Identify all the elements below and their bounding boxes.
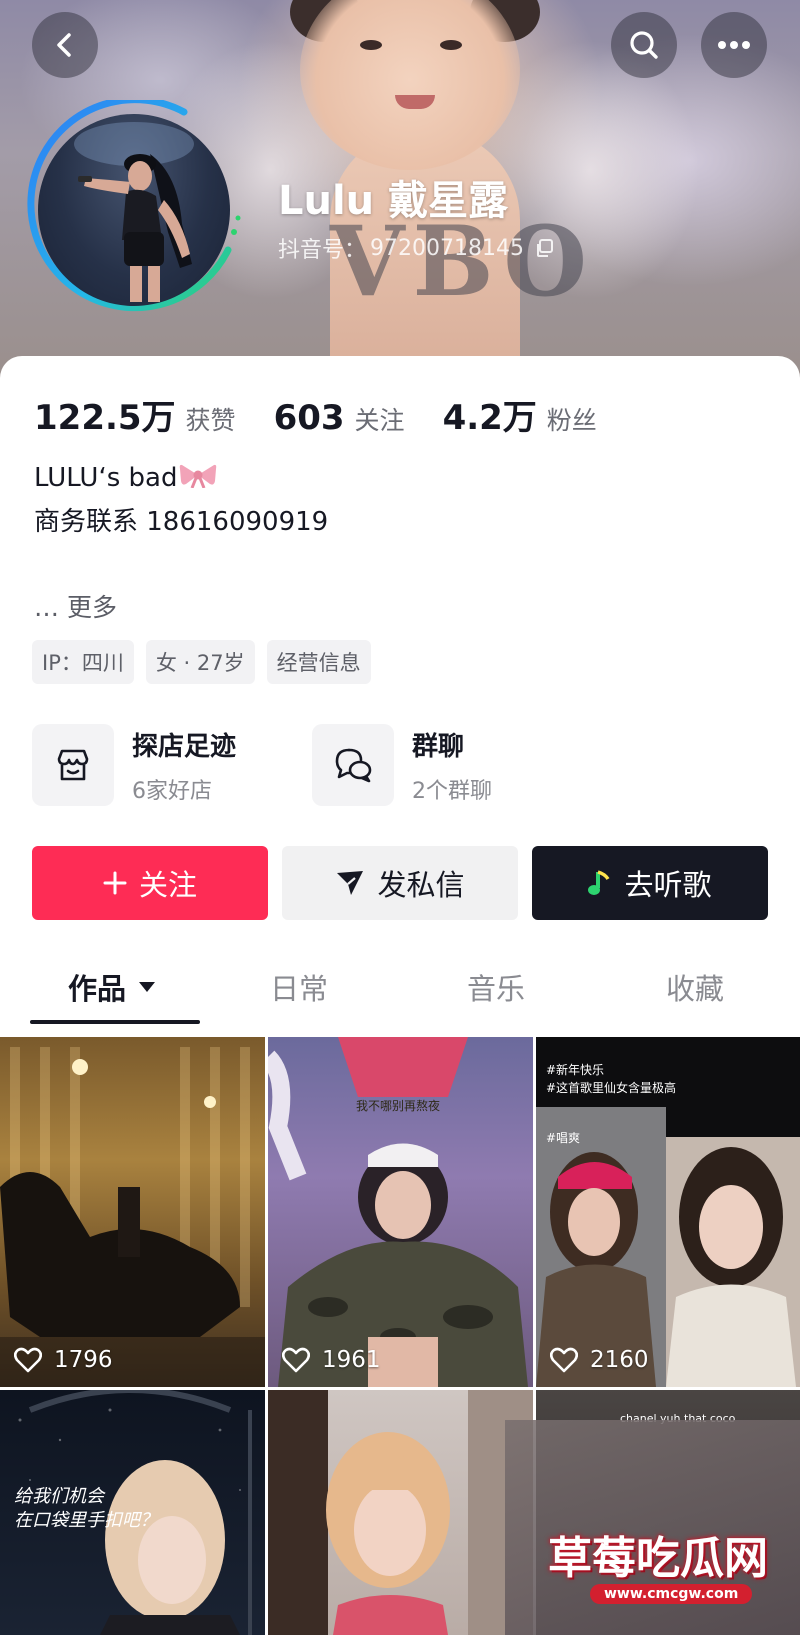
listen-music-button[interactable]: 去听歌 [532, 846, 768, 920]
video-caption: 我不哪别再熬夜 [356, 1099, 441, 1113]
watermark-title: 草莓吃瓜网 [548, 1533, 768, 1584]
heart-outline-icon [14, 1347, 42, 1373]
feature-title: 群聊 [412, 731, 465, 762]
chat-bubbles-icon [335, 748, 372, 783]
stat-label: 获赞 [185, 406, 236, 435]
follow-button-label: 关注 [138, 868, 197, 902]
tab-works[interactable]: 作品 [68, 966, 156, 1008]
ribbon-bow-icon [179, 458, 217, 489]
feature-store-visits[interactable]: 探店足迹 6家好店 [32, 724, 236, 806]
likes-count: 2160 [590, 1347, 649, 1373]
stat-value: 122.5万 [34, 398, 176, 438]
stat-value: 603 [273, 398, 345, 438]
tab-music[interactable]: 音乐 [467, 966, 525, 1008]
music-note-icon [588, 869, 612, 897]
tag-business-info[interactable]: 经营信息 [266, 640, 371, 684]
feature-subtitle: 6家好店 [132, 778, 212, 804]
stat-likes[interactable]: 122.5万 获赞 [34, 390, 236, 439]
stat-value: 4.2万 [442, 398, 537, 438]
search-icon [630, 31, 658, 59]
douyin-id-label: 抖音号： [278, 238, 367, 263]
video-thumbnail[interactable]: 1796 [0, 1037, 265, 1387]
stat-followers[interactable]: 4.2万 粉丝 [443, 390, 597, 439]
listen-music-label: 去听歌 [624, 868, 712, 902]
video-thumbnail-art [268, 1037, 528, 1387]
profile-tags: IP：四川 女 · 27岁 经营信息 [32, 640, 371, 684]
video-thumbnail[interactable] [268, 1390, 533, 1635]
tab-daily[interactable]: 日常 [270, 966, 328, 1008]
feature-title: 探店足迹 [132, 731, 237, 762]
message-button-label: 发私信 [377, 868, 465, 902]
store-icon [57, 749, 89, 781]
likes-count: 1796 [54, 1347, 113, 1373]
profile-name: Lulu 戴星露 [278, 178, 509, 224]
video-thumbnail[interactable]: #新年快乐 #这首歌里仙女含量极高 #唱爽 2160 [536, 1037, 800, 1387]
tag-ip-location: IP：四川 [32, 640, 134, 684]
video-caption: #新年快乐 #这首歌里仙女含量极高 [546, 1063, 677, 1095]
follow-button[interactable]: 关注 [32, 846, 268, 920]
video-thumbnail[interactable]: 给我们机会 在口袋里手扣吧？ [0, 1390, 265, 1635]
banner-decor [360, 40, 382, 50]
avatar[interactable] [24, 100, 244, 320]
stat-following[interactable]: 603 关注 [274, 398, 405, 438]
video-likes: 2160 [550, 1347, 649, 1373]
avatar-image [38, 114, 230, 306]
feature-icon-box [32, 724, 114, 806]
watermark-url: www.cmcgw.com [590, 1584, 753, 1604]
profile-stats: 122.5万 获赞 603 关注 4.2万 粉丝 [34, 390, 635, 439]
caret-down-icon [139, 982, 156, 992]
heart-outline-icon [282, 1347, 310, 1373]
douyin-id[interactable]: 抖音号： 97200718145 [278, 232, 554, 264]
search-button[interactable] [611, 12, 677, 78]
tab-active-indicator [30, 1020, 200, 1024]
bio-more-link[interactable]: … 更多 [34, 588, 117, 624]
message-button[interactable]: 发私信 [282, 846, 518, 920]
feature-icon-box [312, 724, 394, 806]
stat-label: 粉丝 [546, 406, 597, 435]
video-thumbnail[interactable]: 我不哪别再熬夜 1961 [268, 1037, 533, 1387]
video-likes: 1796 [14, 1347, 113, 1373]
more-options-button[interactable] [701, 12, 767, 78]
chevron-left-icon [57, 33, 71, 57]
douyin-id-value: 97200718145 [370, 235, 524, 261]
video-caption: 给我们机会 在口袋里手扣吧？ [14, 1486, 158, 1531]
copy-icon[interactable] [534, 238, 554, 258]
stat-label: 关注 [354, 406, 405, 435]
bio-line: 商务联系 18616090919 [34, 507, 329, 537]
video-thumbnail-art [0, 1047, 265, 1387]
tab-favorites[interactable]: 收藏 [666, 966, 724, 1008]
heart-outline-icon [550, 1347, 578, 1373]
back-button[interactable] [32, 12, 98, 78]
more-dots-icon [718, 41, 750, 49]
banner-decor [440, 40, 462, 50]
send-icon [335, 869, 365, 897]
likes-count: 1961 [322, 1347, 381, 1373]
video-likes: 1961 [282, 1347, 381, 1373]
bio-line: LULU‘s bad [34, 463, 178, 493]
tag-gender-age: 女 · 27岁 [145, 640, 255, 684]
video-caption: #唱爽 [546, 1131, 581, 1145]
profile-bio: LULU‘s bad 商务联系 18616090919 [34, 456, 328, 544]
feature-subtitle: 2个群聊 [412, 778, 492, 804]
content-tabs: 作品 日常 音乐 收藏 [0, 946, 800, 1026]
video-thumbnail-art [268, 1390, 533, 1635]
tab-label: 作品 [68, 972, 127, 1006]
feature-group-chats[interactable]: 群聊 2个群聊 [312, 724, 492, 806]
plus-icon [103, 871, 127, 895]
